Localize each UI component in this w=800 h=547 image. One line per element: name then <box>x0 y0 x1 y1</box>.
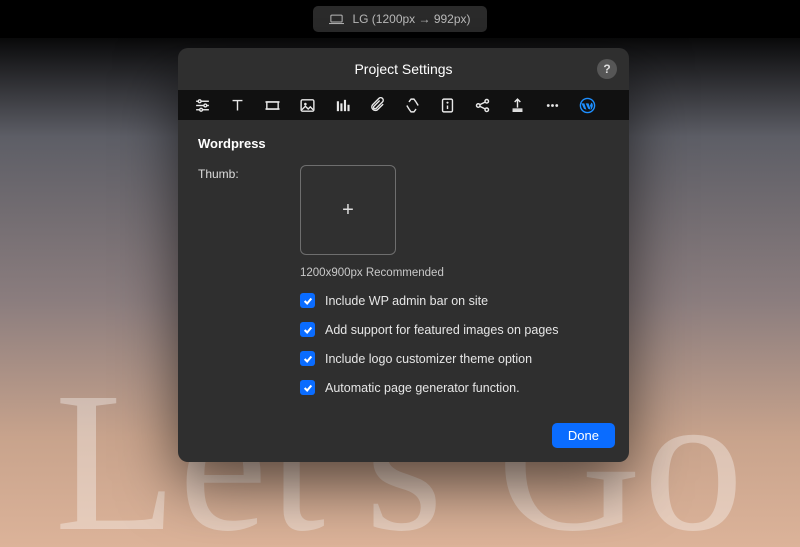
tab-columns[interactable] <box>328 91 356 119</box>
tab-text[interactable] <box>223 91 251 119</box>
share-icon <box>474 97 491 114</box>
upload-icon <box>509 97 526 114</box>
check-logo-customizer[interactable]: Include logo customizer theme option <box>300 351 609 366</box>
tab-crop[interactable] <box>258 91 286 119</box>
tab-more[interactable] <box>538 91 566 119</box>
checkbox[interactable] <box>300 293 315 308</box>
info-icon <box>439 97 456 114</box>
check-featured-images[interactable]: Add support for featured images on pages <box>300 322 609 337</box>
check-label: Include logo customizer theme option <box>325 352 532 366</box>
plus-icon: + <box>342 199 354 222</box>
check-icon <box>303 325 313 335</box>
check-page-generator[interactable]: Automatic page generator function. <box>300 380 609 395</box>
laptop-icon <box>329 14 344 25</box>
recycle-icon <box>404 97 421 114</box>
help-button[interactable]: ? <box>597 59 617 79</box>
more-icon <box>544 97 561 114</box>
thumb-field: Thumb: + <box>198 165 609 255</box>
tab-upload[interactable] <box>503 91 531 119</box>
top-bar: LG (1200px → 992px) <box>0 0 800 38</box>
thumb-label: Thumb: <box>198 165 288 181</box>
check-icon <box>303 354 313 364</box>
modal-footer: Done <box>178 413 629 462</box>
paperclip-icon <box>369 97 386 114</box>
crop-icon <box>264 97 281 114</box>
modal-title: Project Settings <box>354 61 452 77</box>
tab-attachment[interactable] <box>363 91 391 119</box>
options-list: Include WP admin bar on site Add support… <box>300 293 609 395</box>
tab-recycle[interactable] <box>398 91 426 119</box>
check-label: Add support for featured images on pages <box>325 323 558 337</box>
tab-sliders[interactable] <box>188 91 216 119</box>
modal-header: Project Settings ? <box>178 48 629 90</box>
check-wp-admin-bar[interactable]: Include WP admin bar on site <box>300 293 609 308</box>
check-icon <box>303 296 313 306</box>
section-title: Wordpress <box>198 136 609 151</box>
checkbox[interactable] <box>300 322 315 337</box>
breakpoint-label: LG (1200px → 992px) <box>352 12 470 26</box>
check-label: Automatic page generator function. <box>325 381 520 395</box>
tab-share[interactable] <box>468 91 496 119</box>
checkbox[interactable] <box>300 351 315 366</box>
done-button[interactable]: Done <box>552 423 615 448</box>
tab-info[interactable] <box>433 91 461 119</box>
breakpoint-selector[interactable]: LG (1200px → 992px) <box>313 6 486 32</box>
modal-body: Wordpress Thumb: + 1200x900px Recommende… <box>178 120 629 413</box>
check-icon <box>303 383 313 393</box>
thumb-upload-box[interactable]: + <box>300 165 396 255</box>
thumb-hint: 1200x900px Recommended <box>300 267 609 279</box>
wordpress-icon <box>579 97 596 114</box>
sliders-icon <box>194 97 211 114</box>
tab-wordpress[interactable] <box>573 91 601 119</box>
project-settings-modal: Project Settings ? <box>178 48 629 462</box>
tab-image[interactable] <box>293 91 321 119</box>
check-label: Include WP admin bar on site <box>325 294 488 308</box>
image-icon <box>299 97 316 114</box>
checkbox[interactable] <box>300 380 315 395</box>
settings-tabstrip <box>178 90 629 120</box>
columns-icon <box>334 97 351 114</box>
text-icon <box>229 97 246 114</box>
